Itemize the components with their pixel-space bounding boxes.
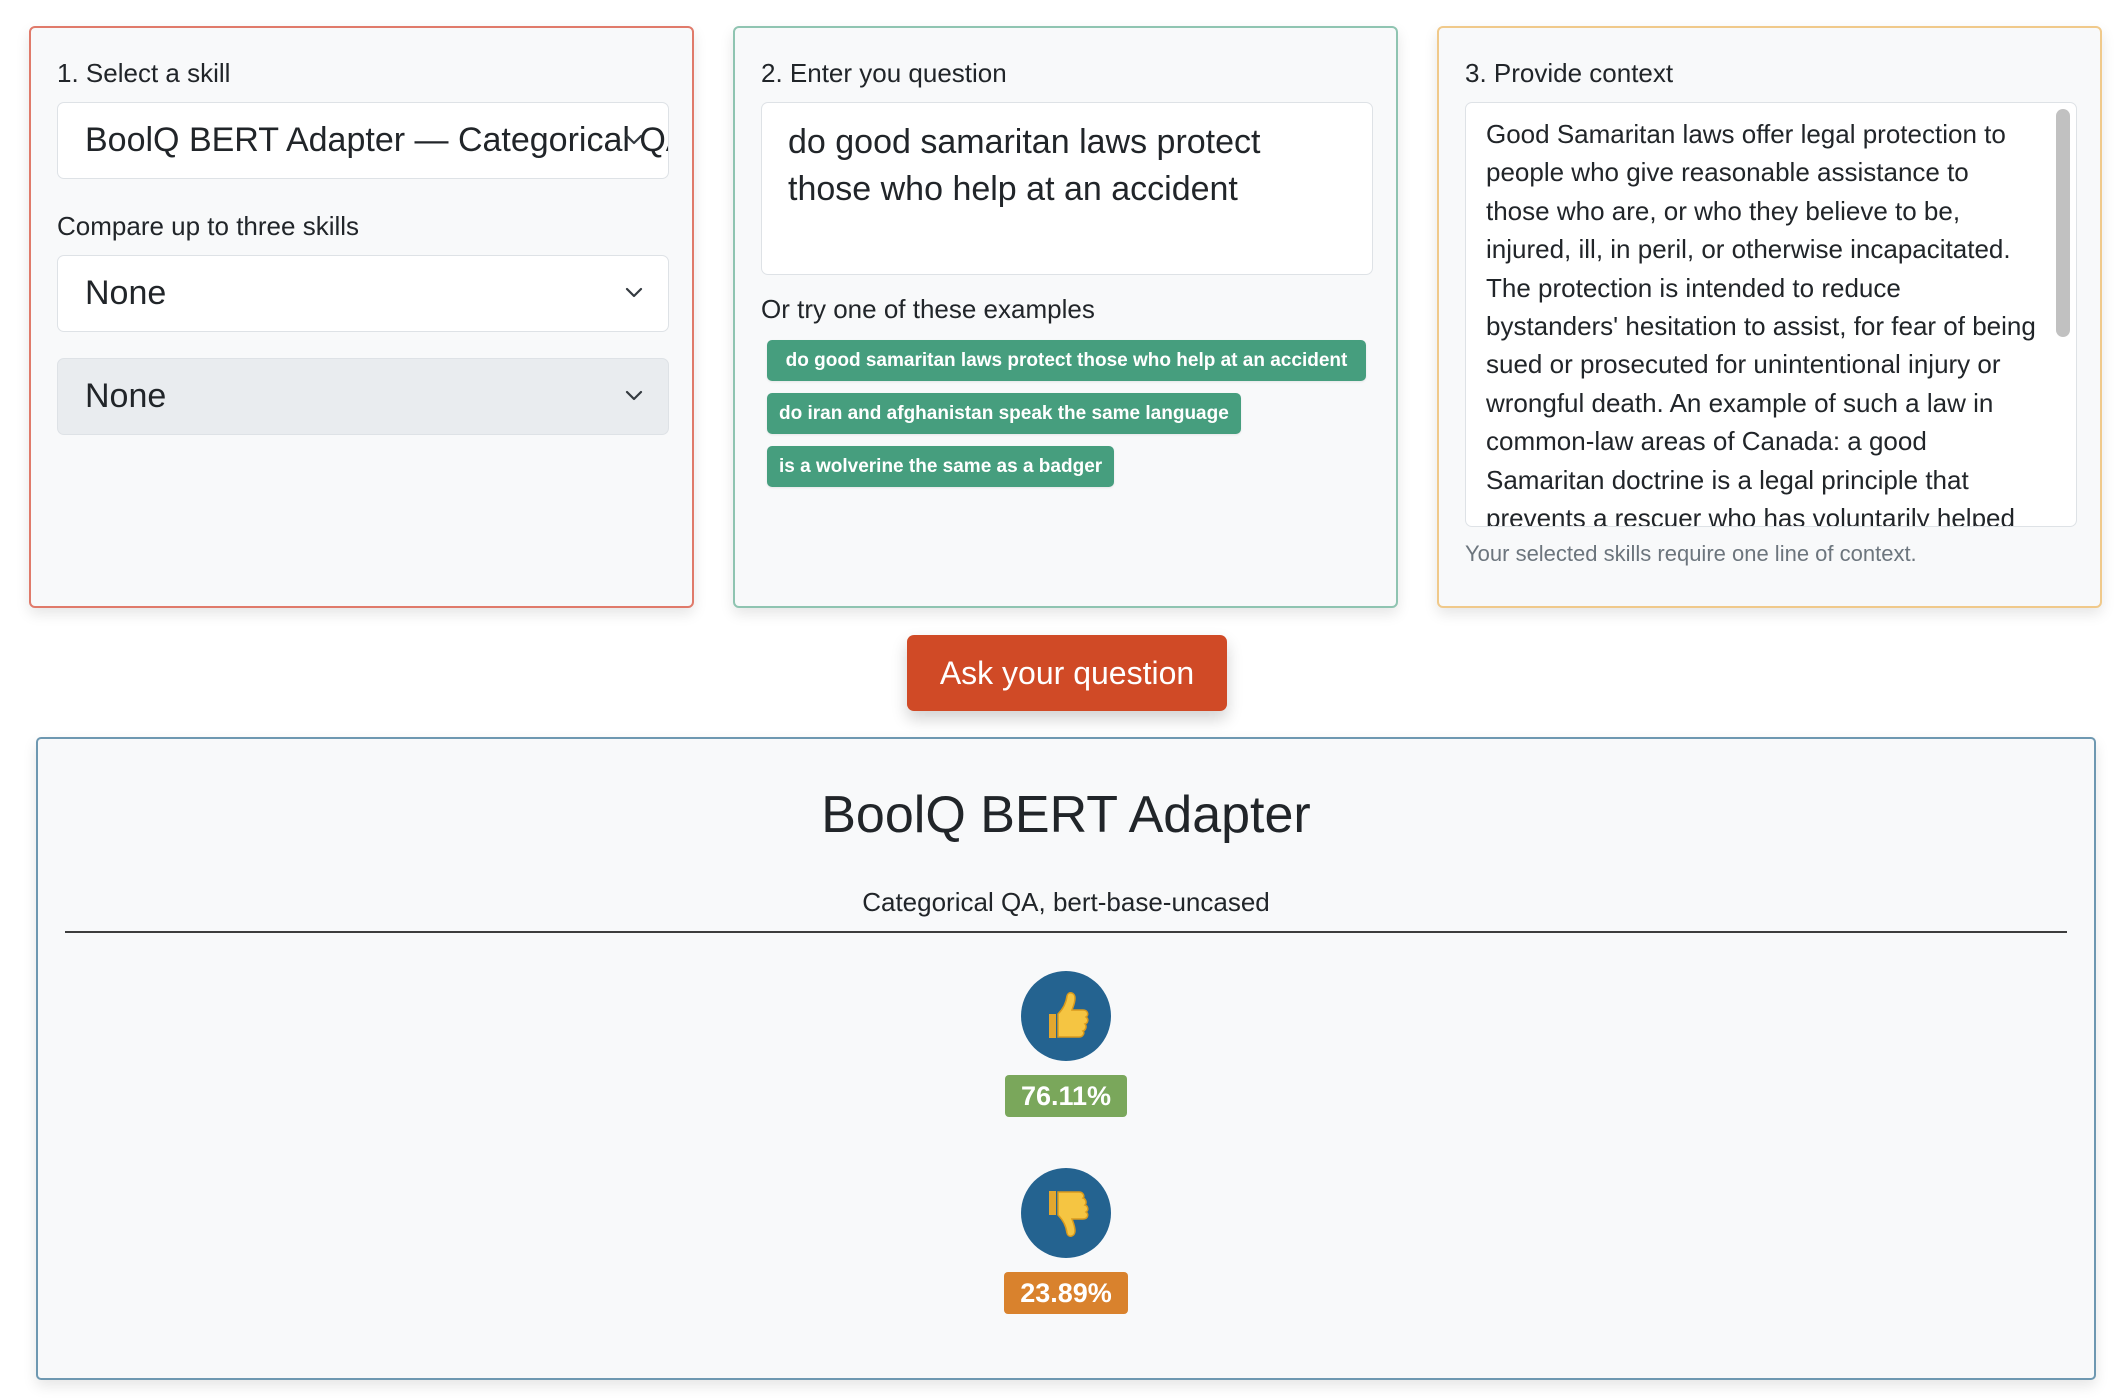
skill-select-value: BoolQ BERT Adapter — Categorical QA, ber… — [85, 121, 668, 159]
compare-skill-select-1[interactable]: None — [57, 255, 669, 332]
context-panel: 3. Provide context Good Samaritan laws o… — [1437, 26, 2102, 608]
chevron-down-icon — [624, 386, 644, 406]
chevron-down-icon — [624, 283, 644, 303]
yes-answer: 76.11% — [38, 971, 2094, 1117]
question-input[interactable]: do good samaritan laws protect those who… — [761, 102, 1373, 275]
enter-question-label: 2. Enter you question — [761, 58, 1007, 88]
provide-context-label: 3. Provide context — [1465, 58, 1674, 88]
compare-skill-select-2[interactable]: None — [57, 358, 669, 435]
no-answer: 23.89% — [38, 1168, 2094, 1314]
example-button-1[interactable]: do good samaritan laws protect those who… — [767, 340, 1366, 381]
thumbs-up-icon — [1021, 971, 1111, 1061]
result-divider — [65, 931, 2067, 933]
chevron-down-icon — [624, 130, 644, 150]
compare-skill-select-2-value: None — [85, 377, 167, 415]
context-text: Good Samaritan laws offer legal protecti… — [1486, 119, 2036, 527]
compare-skill-select-1-value: None — [85, 274, 167, 312]
compare-skills-label: Compare up to three skills — [57, 211, 360, 241]
select-skill-label: 1. Select a skill — [57, 58, 231, 88]
question-panel: 2. Enter you question do good samaritan … — [733, 26, 1398, 608]
skill-select[interactable]: BoolQ BERT Adapter — Categorical QA, ber… — [57, 102, 669, 179]
yes-score-badge: 76.11% — [1004, 1075, 1128, 1117]
context-scrollbar[interactable] — [2056, 109, 2070, 337]
context-input[interactable]: Good Samaritan laws offer legal protecti… — [1465, 102, 2077, 527]
result-skill-subtitle: Categorical QA, bert-base-uncased — [862, 887, 1270, 917]
result-skill-title: BoolQ BERT Adapter — [821, 786, 1311, 844]
example-button-3[interactable]: is a wolverine the same as a badger — [767, 446, 1115, 487]
thumbs-down-icon — [1021, 1168, 1111, 1258]
no-score-badge: 23.89% — [1004, 1272, 1128, 1314]
skill-panel: 1. Select a skill BoolQ BERT Adapter — C… — [29, 26, 694, 608]
example-button-2[interactable]: do iran and afghanistan speak the same l… — [767, 393, 1241, 434]
result-panel: BoolQ BERT Adapter Categorical QA, bert-… — [36, 737, 2096, 1380]
ask-question-button[interactable]: Ask your question — [907, 635, 1227, 711]
example-list: do good samaritan laws protect those who… — [761, 340, 1370, 499]
examples-label: Or try one of these examples — [761, 294, 1095, 324]
context-help-text: Your selected skills require one line of… — [1465, 541, 1917, 566]
